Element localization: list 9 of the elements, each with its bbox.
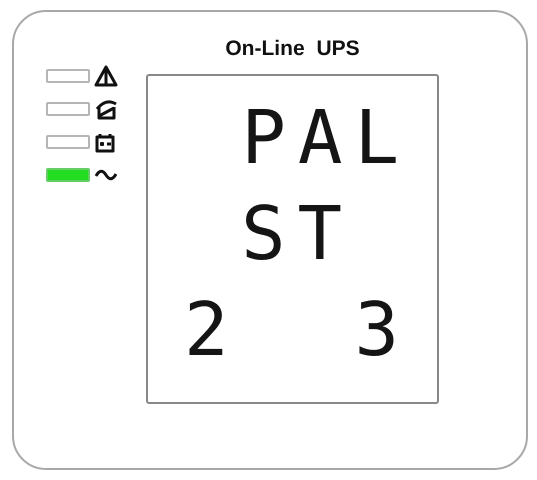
lcd-text: 3 <box>354 286 411 375</box>
battery-icon <box>94 131 116 153</box>
bypass-icon <box>94 98 118 120</box>
warning-triangle-icon <box>94 65 118 87</box>
lcd-text: 2 <box>184 286 241 375</box>
sine-wave-icon <box>94 167 118 183</box>
lcd-text: ST <box>240 190 354 279</box>
panel-title: On-Line UPS <box>225 36 360 62</box>
lcd-text: PAL <box>241 94 411 183</box>
